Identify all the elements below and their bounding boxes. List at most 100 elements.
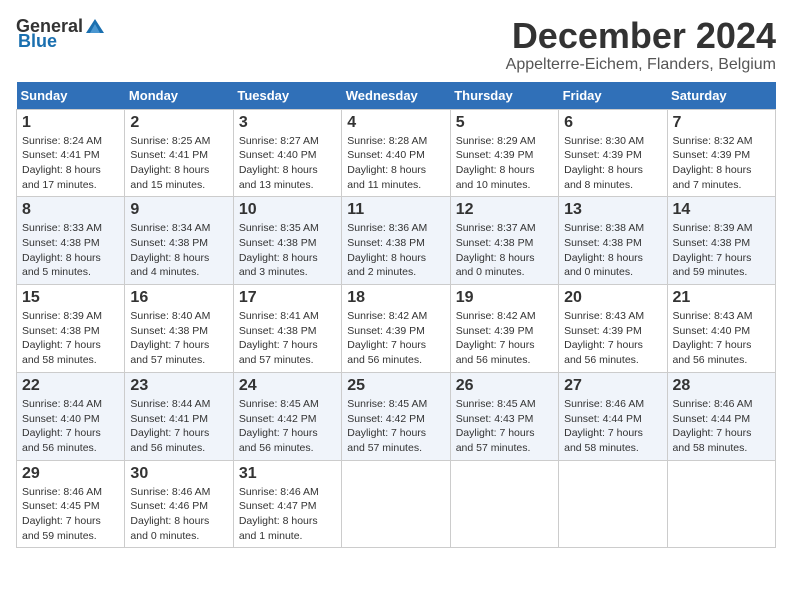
cell-content: Sunrise: 8:37 AM Sunset: 4:38 PM Dayligh…	[456, 221, 553, 280]
day-number: 10	[239, 201, 336, 219]
day-number: 17	[239, 289, 336, 307]
daylight-label: Daylight: 8 hours and 0 minutes.	[564, 252, 643, 279]
calendar-cell: 20 Sunrise: 8:43 AM Sunset: 4:39 PM Dayl…	[559, 285, 667, 373]
sunrise-label: Sunrise: 8:37 AM	[456, 222, 536, 234]
daylight-label: Daylight: 7 hours and 58 minutes.	[22, 339, 101, 366]
calendar-cell: 1 Sunrise: 8:24 AM Sunset: 4:41 PM Dayli…	[17, 109, 125, 197]
daylight-label: Daylight: 8 hours and 11 minutes.	[347, 164, 426, 191]
calendar-header-tuesday: Tuesday	[233, 82, 341, 110]
sunset-label: Sunset: 4:38 PM	[456, 237, 534, 249]
daylight-label: Daylight: 7 hours and 57 minutes.	[347, 427, 426, 454]
calendar-header-monday: Monday	[125, 82, 233, 110]
sunset-label: Sunset: 4:44 PM	[564, 413, 642, 425]
daylight-label: Daylight: 8 hours and 7 minutes.	[673, 164, 752, 191]
sunrise-label: Sunrise: 8:46 AM	[239, 486, 319, 498]
cell-content: Sunrise: 8:40 AM Sunset: 4:38 PM Dayligh…	[130, 309, 227, 368]
cell-content: Sunrise: 8:38 AM Sunset: 4:38 PM Dayligh…	[564, 221, 661, 280]
sunrise-label: Sunrise: 8:33 AM	[22, 222, 102, 234]
cell-content: Sunrise: 8:41 AM Sunset: 4:38 PM Dayligh…	[239, 309, 336, 368]
sunset-label: Sunset: 4:40 PM	[673, 325, 751, 337]
calendar-cell: 18 Sunrise: 8:42 AM Sunset: 4:39 PM Dayl…	[342, 285, 450, 373]
sunset-label: Sunset: 4:38 PM	[130, 237, 208, 249]
sunrise-label: Sunrise: 8:24 AM	[22, 135, 102, 147]
calendar-cell: 14 Sunrise: 8:39 AM Sunset: 4:38 PM Dayl…	[667, 197, 775, 285]
daylight-label: Daylight: 8 hours and 5 minutes.	[22, 252, 101, 279]
calendar-cell: 28 Sunrise: 8:46 AM Sunset: 4:44 PM Dayl…	[667, 372, 775, 460]
cell-content: Sunrise: 8:30 AM Sunset: 4:39 PM Dayligh…	[564, 134, 661, 193]
daylight-label: Daylight: 8 hours and 0 minutes.	[130, 515, 209, 542]
daylight-label: Daylight: 7 hours and 56 minutes.	[673, 339, 752, 366]
day-number: 5	[456, 114, 553, 132]
calendar-week-row: 1 Sunrise: 8:24 AM Sunset: 4:41 PM Dayli…	[17, 109, 776, 197]
daylight-label: Daylight: 8 hours and 15 minutes.	[130, 164, 209, 191]
calendar-cell: 9 Sunrise: 8:34 AM Sunset: 4:38 PM Dayli…	[125, 197, 233, 285]
daylight-label: Daylight: 8 hours and 13 minutes.	[239, 164, 318, 191]
day-number: 11	[347, 201, 444, 219]
daylight-label: Daylight: 7 hours and 58 minutes.	[564, 427, 643, 454]
sunset-label: Sunset: 4:40 PM	[239, 149, 317, 161]
calendar-cell: 5 Sunrise: 8:29 AM Sunset: 4:39 PM Dayli…	[450, 109, 558, 197]
calendar-cell: 26 Sunrise: 8:45 AM Sunset: 4:43 PM Dayl…	[450, 372, 558, 460]
cell-content: Sunrise: 8:27 AM Sunset: 4:40 PM Dayligh…	[239, 134, 336, 193]
sunrise-label: Sunrise: 8:46 AM	[564, 398, 644, 410]
day-number: 28	[673, 377, 770, 395]
cell-content: Sunrise: 8:44 AM Sunset: 4:40 PM Dayligh…	[22, 397, 119, 456]
calendar-cell: 15 Sunrise: 8:39 AM Sunset: 4:38 PM Dayl…	[17, 285, 125, 373]
cell-content: Sunrise: 8:44 AM Sunset: 4:41 PM Dayligh…	[130, 397, 227, 456]
page-header: General Blue December 2024 Appelterre-Ei…	[16, 16, 776, 74]
calendar-cell: 23 Sunrise: 8:44 AM Sunset: 4:41 PM Dayl…	[125, 372, 233, 460]
sunset-label: Sunset: 4:42 PM	[347, 413, 425, 425]
sunset-label: Sunset: 4:39 PM	[456, 149, 534, 161]
cell-content: Sunrise: 8:39 AM Sunset: 4:38 PM Dayligh…	[673, 221, 770, 280]
day-number: 23	[130, 377, 227, 395]
sunrise-label: Sunrise: 8:46 AM	[22, 486, 102, 498]
calendar-header-wednesday: Wednesday	[342, 82, 450, 110]
day-number: 26	[456, 377, 553, 395]
sunrise-label: Sunrise: 8:35 AM	[239, 222, 319, 234]
calendar-cell: 24 Sunrise: 8:45 AM Sunset: 4:42 PM Dayl…	[233, 372, 341, 460]
sunset-label: Sunset: 4:43 PM	[456, 413, 534, 425]
sunrise-label: Sunrise: 8:30 AM	[564, 135, 644, 147]
sunrise-label: Sunrise: 8:42 AM	[347, 310, 427, 322]
sunrise-label: Sunrise: 8:41 AM	[239, 310, 319, 322]
sunset-label: Sunset: 4:39 PM	[564, 325, 642, 337]
daylight-label: Daylight: 8 hours and 10 minutes.	[456, 164, 535, 191]
cell-content: Sunrise: 8:43 AM Sunset: 4:39 PM Dayligh…	[564, 309, 661, 368]
cell-content: Sunrise: 8:36 AM Sunset: 4:38 PM Dayligh…	[347, 221, 444, 280]
sunset-label: Sunset: 4:45 PM	[22, 500, 100, 512]
sunset-label: Sunset: 4:42 PM	[239, 413, 317, 425]
sunrise-label: Sunrise: 8:38 AM	[564, 222, 644, 234]
sunset-label: Sunset: 4:41 PM	[130, 149, 208, 161]
sunset-label: Sunset: 4:40 PM	[347, 149, 425, 161]
cell-content: Sunrise: 8:35 AM Sunset: 4:38 PM Dayligh…	[239, 221, 336, 280]
cell-content: Sunrise: 8:39 AM Sunset: 4:38 PM Dayligh…	[22, 309, 119, 368]
sunset-label: Sunset: 4:38 PM	[239, 325, 317, 337]
cell-content: Sunrise: 8:33 AM Sunset: 4:38 PM Dayligh…	[22, 221, 119, 280]
sunset-label: Sunset: 4:44 PM	[673, 413, 751, 425]
sunrise-label: Sunrise: 8:39 AM	[673, 222, 753, 234]
calendar-cell: 31 Sunrise: 8:46 AM Sunset: 4:47 PM Dayl…	[233, 460, 341, 548]
day-number: 20	[564, 289, 661, 307]
sunrise-label: Sunrise: 8:25 AM	[130, 135, 210, 147]
cell-content: Sunrise: 8:32 AM Sunset: 4:39 PM Dayligh…	[673, 134, 770, 193]
daylight-label: Daylight: 7 hours and 59 minutes.	[22, 515, 101, 542]
daylight-label: Daylight: 7 hours and 58 minutes.	[673, 427, 752, 454]
day-number: 27	[564, 377, 661, 395]
sunrise-label: Sunrise: 8:43 AM	[673, 310, 753, 322]
cell-content: Sunrise: 8:46 AM Sunset: 4:47 PM Dayligh…	[239, 485, 336, 544]
calendar-cell: 17 Sunrise: 8:41 AM Sunset: 4:38 PM Dayl…	[233, 285, 341, 373]
calendar-cell: 27 Sunrise: 8:46 AM Sunset: 4:44 PM Dayl…	[559, 372, 667, 460]
day-number: 7	[673, 114, 770, 132]
day-number: 29	[22, 465, 119, 483]
calendar-cell: 21 Sunrise: 8:43 AM Sunset: 4:40 PM Dayl…	[667, 285, 775, 373]
sunset-label: Sunset: 4:38 PM	[564, 237, 642, 249]
sunrise-label: Sunrise: 8:44 AM	[130, 398, 210, 410]
cell-content: Sunrise: 8:42 AM Sunset: 4:39 PM Dayligh…	[456, 309, 553, 368]
day-number: 13	[564, 201, 661, 219]
cell-content: Sunrise: 8:45 AM Sunset: 4:42 PM Dayligh…	[347, 397, 444, 456]
sunrise-label: Sunrise: 8:42 AM	[456, 310, 536, 322]
calendar-cell: 6 Sunrise: 8:30 AM Sunset: 4:39 PM Dayli…	[559, 109, 667, 197]
logo: General Blue	[16, 16, 106, 52]
daylight-label: Daylight: 7 hours and 56 minutes.	[564, 339, 643, 366]
daylight-label: Daylight: 7 hours and 57 minutes.	[456, 427, 535, 454]
